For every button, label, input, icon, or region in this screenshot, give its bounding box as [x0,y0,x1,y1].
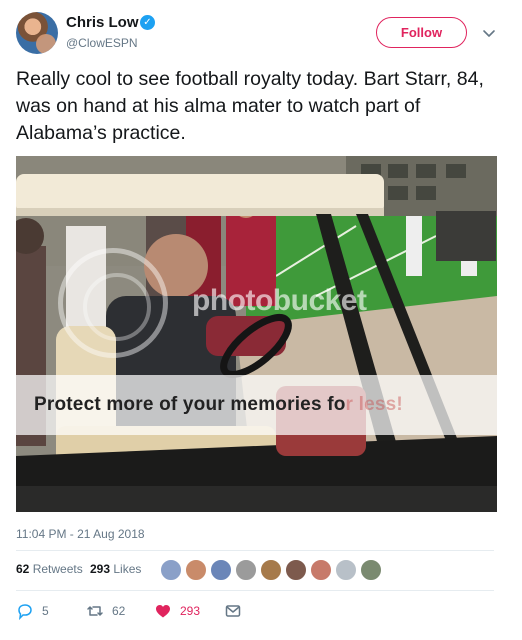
reply-button[interactable]: 5 [16,600,49,622]
retweet-button[interactable]: 62 [86,600,125,622]
tweet-timestamp[interactable]: 11:04 PM - 21 Aug 2018 [16,527,145,541]
tweet-header: Chris Low ✓ @ClowESPN Follow [0,0,522,60]
like-button[interactable]: 293 [154,600,200,622]
liker-avatar[interactable] [260,559,282,581]
liker-avatar[interactable] [360,559,382,581]
liker-avatar[interactable] [160,559,182,581]
liker-avatar[interactable] [185,559,207,581]
liker-avatar[interactable] [335,559,357,581]
divider [16,550,494,551]
liker-avatar[interactable] [235,559,257,581]
retweet-count: 62 [112,604,126,618]
reply-count: 5 [42,604,49,618]
retweet-icon [87,606,103,616]
watermark-message-main: Protect more of your memories fo [34,394,346,415]
tweet-text: Really cool to see football royalty toda… [16,68,484,144]
heart-icon [156,605,170,618]
divider [16,590,494,591]
likes-stat[interactable]: 293 Likes [90,562,141,576]
liker-avatar[interactable] [210,559,232,581]
author-name[interactable]: Chris Low [66,14,139,31]
chevron-down-icon[interactable] [480,24,498,42]
likes-count: 293 [90,562,111,576]
likes-label: Likes [113,562,142,576]
author-handle[interactable]: @ClowESPN [66,36,138,50]
watermark-message: Protect more of your memories for less! [34,394,403,416]
verified-badge-icon: ✓ [140,15,155,30]
liker-avatar[interactable] [285,559,307,581]
liker-avatar[interactable] [310,559,332,581]
envelope-icon [225,605,241,617]
tweet-photo[interactable]: photobucket Protect more of your memorie… [16,156,497,512]
retweets-count: 62 [16,562,30,576]
photobucket-logo-icon [58,248,168,358]
follow-button[interactable]: Follow [376,17,467,48]
watermark-message-faded: r less! [345,394,403,415]
reply-icon [18,604,32,620]
retweets-stat[interactable]: 62 Retweets [16,562,83,576]
author-avatar[interactable] [16,12,58,54]
retweets-label: Retweets [32,562,83,576]
like-count: 293 [180,604,201,618]
direct-message-button[interactable] [224,600,250,622]
watermark-brand: photobucket [192,284,367,317]
